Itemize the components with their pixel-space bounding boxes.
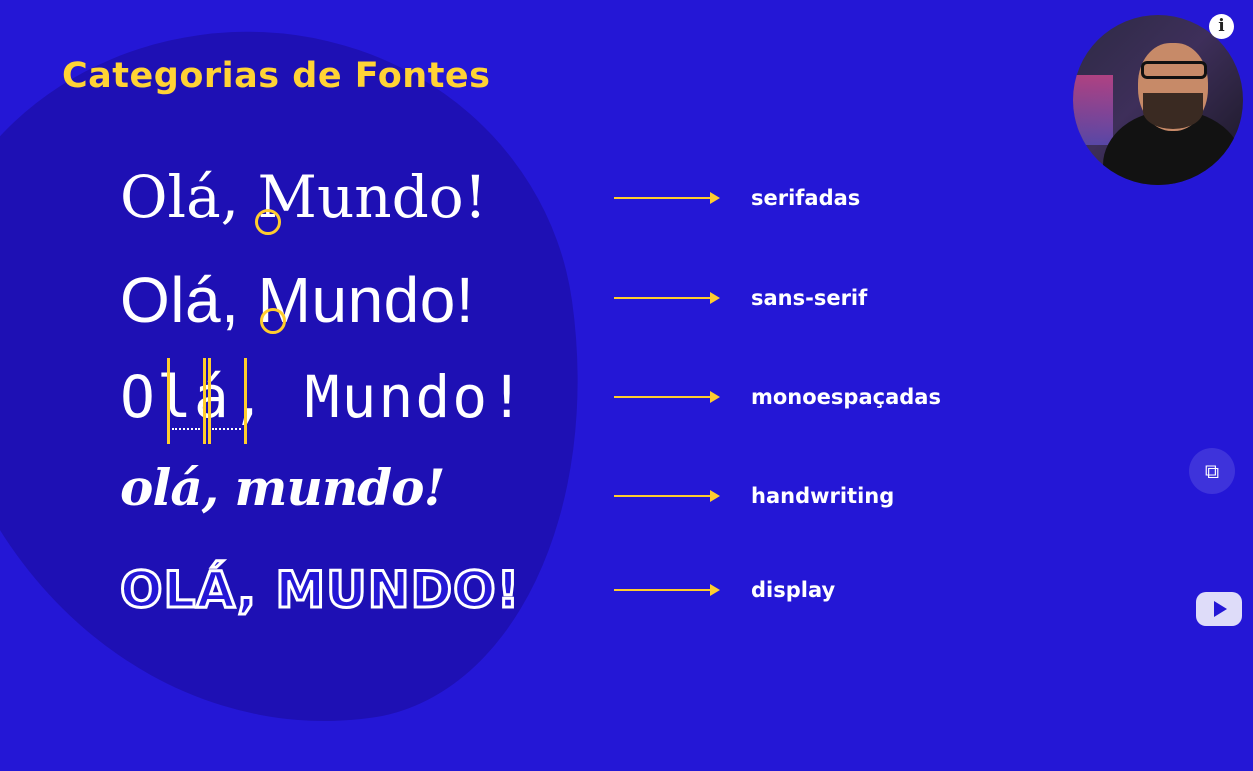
monospace-arrow xyxy=(614,391,720,403)
presenter-glasses xyxy=(1141,61,1207,79)
handwriting-sample-text: olá, mundo! xyxy=(120,458,445,517)
monospace-sample-text: Olá, Mundo! xyxy=(120,363,527,431)
serif-sample-text: Olá, Mundo! xyxy=(120,163,488,231)
sans-serif-highlight-circle xyxy=(260,308,286,334)
monospace-cell-line xyxy=(167,358,170,444)
monospace-cell-line xyxy=(208,358,211,444)
monospace-label: monoespaçadas xyxy=(751,385,941,409)
monospace-cell-line xyxy=(244,358,247,444)
display-label: display xyxy=(751,578,836,602)
width-arrow-icon xyxy=(172,428,200,430)
presenter-webcam xyxy=(1073,15,1243,185)
serif-highlight-circle xyxy=(255,209,281,235)
background-shelf xyxy=(1073,75,1113,145)
width-arrow-icon xyxy=(212,428,241,430)
sans-serif-sample-text: Olá, Mundo! xyxy=(120,264,475,336)
slide-title: Categorias de Fontes xyxy=(62,56,491,96)
handwriting-arrow xyxy=(614,490,720,502)
serif-arrow xyxy=(614,192,720,204)
monospace-cell-line xyxy=(203,358,206,444)
info-icon[interactable]: i xyxy=(1209,14,1234,39)
serif-label: serifadas xyxy=(751,186,861,210)
picture-in-picture-icon[interactable]: ⧉ xyxy=(1189,448,1235,494)
handwriting-label: handwriting xyxy=(751,484,895,508)
display-arrow xyxy=(614,584,720,596)
play-icon[interactable] xyxy=(1196,592,1242,626)
sans-serif-label: sans-serif xyxy=(751,286,868,310)
display-sample-text: OLÁ, MUNDO! xyxy=(118,561,521,619)
sans-serif-arrow xyxy=(614,292,720,304)
presenter-beard xyxy=(1143,93,1203,129)
